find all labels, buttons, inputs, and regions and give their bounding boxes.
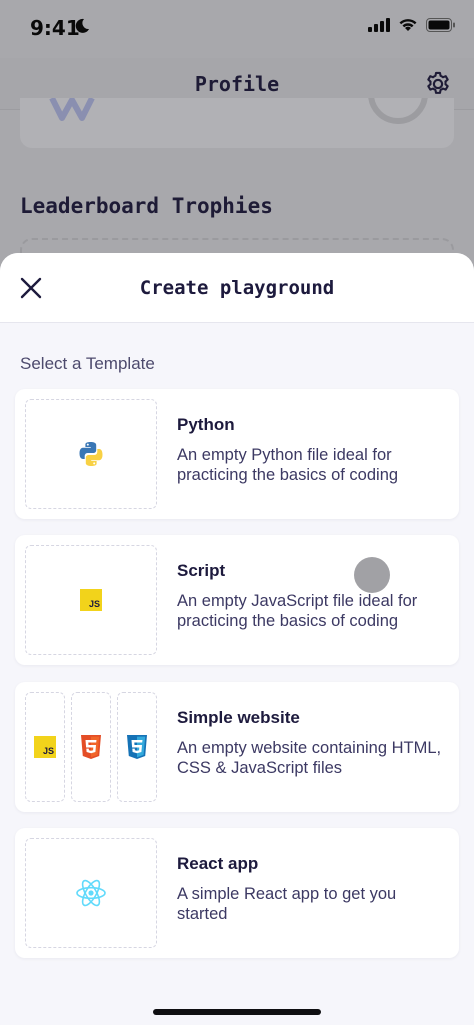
template-description: An empty website containing HTML, CSS & … <box>177 739 442 777</box>
sheet-header: Create playground <box>0 253 474 323</box>
javascript-icon: JS <box>34 736 56 758</box>
css-file-thumb <box>117 692 157 802</box>
wifi-icon <box>399 19 417 31</box>
profile-card <box>20 98 454 148</box>
react-icon <box>76 879 106 907</box>
battery-icon <box>426 18 455 32</box>
template-thumbnail <box>25 399 157 509</box>
css3-icon <box>127 735 147 759</box>
section-title: Leaderboard Trophies <box>20 194 273 218</box>
template-thumbnail: JS <box>25 545 157 655</box>
template-simple-website[interactable]: JS Simple website An empty website conta… <box>15 682 459 812</box>
trophy-graphic-icon <box>49 98 95 121</box>
avatar-ring <box>368 98 428 124</box>
home-indicator[interactable] <box>153 1009 321 1015</box>
javascript-icon: JS <box>80 589 102 611</box>
template-thumbnail <box>25 838 157 948</box>
html5-icon <box>81 735 101 759</box>
python-icon <box>79 442 103 466</box>
sheet-title: Create playground <box>139 277 335 299</box>
template-thumbnail: JS <box>25 692 157 802</box>
html-file-thumb <box>71 692 111 802</box>
template-name: React app <box>177 854 259 873</box>
select-template-label: Select a Template <box>20 354 155 373</box>
template-description: An empty JavaScript file ideal for pract… <box>177 592 418 630</box>
template-name: Python <box>177 415 235 434</box>
js-file-thumb: JS <box>25 692 65 802</box>
template-script[interactable]: JS Script An empty JavaScript file ideal… <box>15 535 459 665</box>
page-title: Profile <box>194 72 280 96</box>
moon-icon <box>75 18 89 33</box>
template-react-app[interactable]: React app A simple React app to get you … <box>15 828 459 958</box>
gear-icon[interactable] <box>424 70 452 98</box>
cellular-signal-icon <box>368 18 390 32</box>
template-name: Simple website <box>177 708 300 727</box>
template-description: An empty Python file ideal for practicin… <box>177 446 399 484</box>
template-name: Script <box>177 561 226 580</box>
touch-indicator <box>354 557 390 593</box>
status-icons <box>368 18 456 32</box>
template-python[interactable]: Python An empty Python file ideal for pr… <box>15 389 459 519</box>
status-bar: 9:41 <box>0 0 474 58</box>
create-playground-sheet: Create playground Select a Template Pyth… <box>0 253 474 1025</box>
status-time: 9:41 <box>30 16 80 40</box>
template-description: A simple React app to get you started <box>177 885 397 923</box>
